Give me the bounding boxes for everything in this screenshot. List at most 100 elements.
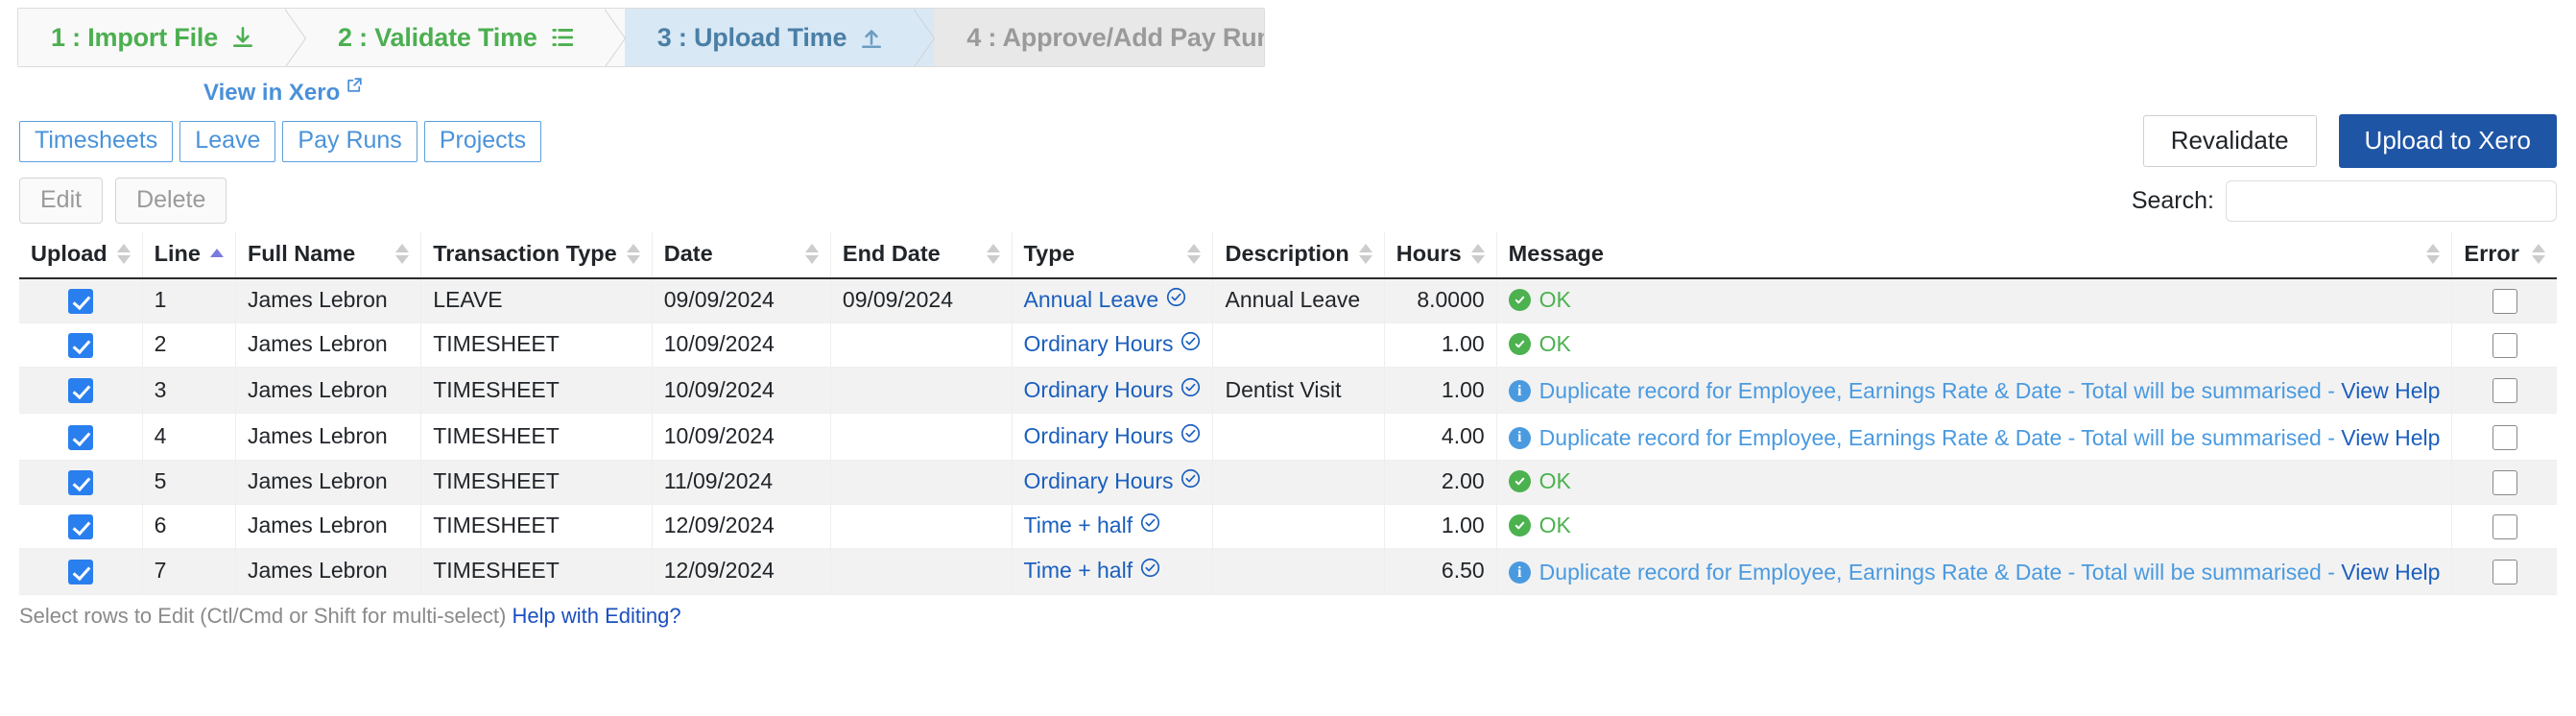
column-header-error[interactable]: Error: [2451, 232, 2557, 279]
cell-upload[interactable]: [19, 278, 143, 323]
error-checkbox[interactable]: [2492, 424, 2517, 450]
wizard-step-validate-time[interactable]: 2 : Validate Time: [305, 9, 626, 66]
type-verified-icon: [1181, 331, 1201, 357]
column-header-line[interactable]: Line: [142, 232, 236, 279]
cell-error[interactable]: [2451, 278, 2557, 323]
sort-icon[interactable]: [2426, 244, 2441, 264]
tab-timesheets[interactable]: Timesheets: [19, 120, 174, 162]
cell-upload[interactable]: [19, 504, 143, 549]
search-input[interactable]: [2226, 179, 2557, 222]
view-in-xero-link[interactable]: View in Xero: [203, 78, 364, 107]
table-row[interactable]: 6 James Lebron TIMESHEET 12/09/2024 Time + h…: [19, 504, 2557, 549]
cell-upload[interactable]: [19, 322, 143, 368]
cell-type[interactable]: Time + half: [1012, 504, 1214, 549]
view-help-link[interactable]: View Help: [2341, 378, 2440, 403]
tab-projects[interactable]: Projects: [423, 120, 542, 162]
upload-checkbox[interactable]: [67, 332, 93, 358]
view-help-link[interactable]: View Help: [2341, 560, 2440, 585]
wizard-step-import-file[interactable]: 1 : Import File: [18, 9, 307, 66]
type-link[interactable]: Ordinary Hours: [1024, 468, 1202, 494]
column-header-type[interactable]: Type: [1012, 232, 1214, 279]
error-checkbox[interactable]: [2492, 559, 2517, 585]
delete-button[interactable]: Delete: [115, 177, 227, 225]
sort-icon[interactable]: [2532, 244, 2545, 264]
row-message-text: OK: [1538, 468, 1571, 494]
edit-button[interactable]: Edit: [19, 177, 104, 225]
cell-upload[interactable]: [19, 460, 143, 505]
cell-error[interactable]: [2451, 460, 2557, 505]
cell-error[interactable]: [2451, 413, 2557, 461]
column-header-description[interactable]: Description: [1212, 232, 1385, 279]
sort-icon[interactable]: [116, 244, 131, 264]
table-row[interactable]: 7 James Lebron TIMESHEET 12/09/2024 Time + h…: [19, 548, 2557, 596]
sort-icon-ascending[interactable]: [209, 248, 224, 260]
cell-type[interactable]: Ordinary Hours: [1012, 367, 1214, 415]
cell-date: 09/09/2024: [652, 278, 831, 323]
type-link[interactable]: Ordinary Hours: [1024, 331, 1202, 357]
tab-pay-runs[interactable]: Pay Runs: [282, 120, 417, 162]
sort-icon[interactable]: [1358, 244, 1372, 264]
cell-hours: 2.00: [1384, 460, 1497, 505]
upload-checkbox[interactable]: [67, 469, 93, 495]
status-info-icon: i: [1508, 561, 1531, 585]
upload-checkbox[interactable]: [67, 559, 93, 585]
cell-type[interactable]: Ordinary Hours: [1012, 413, 1214, 461]
column-header-transaction-type[interactable]: Transaction Type: [420, 232, 653, 279]
type-link[interactable]: Annual Leave: [1024, 287, 1187, 313]
cell-upload[interactable]: [19, 367, 143, 415]
cell-type[interactable]: Annual Leave: [1012, 278, 1214, 323]
type-link[interactable]: Ordinary Hours: [1024, 423, 1202, 449]
upload-checkbox[interactable]: [67, 288, 93, 314]
column-header-end-date[interactable]: End Date: [830, 232, 1013, 279]
table-row[interactable]: 2 James Lebron TIMESHEET 10/09/2024 Ordinary…: [19, 322, 2557, 368]
cell-error[interactable]: [2451, 504, 2557, 549]
sort-icon[interactable]: [626, 244, 640, 264]
table-row[interactable]: 1 James Lebron LEAVE 09/09/2024 09/09/2024 An…: [19, 278, 2557, 323]
cell-type[interactable]: Ordinary Hours: [1012, 322, 1214, 368]
revalidate-button[interactable]: Revalidate: [2142, 115, 2317, 167]
error-checkbox[interactable]: [2492, 378, 2517, 404]
upload-checkbox[interactable]: [67, 513, 93, 539]
error-checkbox[interactable]: [2492, 332, 2517, 358]
column-header-hours[interactable]: Hours: [1384, 232, 1497, 279]
cell-error[interactable]: [2451, 322, 2557, 368]
cell-error[interactable]: [2451, 548, 2557, 596]
cell-type[interactable]: Ordinary Hours: [1012, 460, 1214, 505]
table-row[interactable]: 4 James Lebron TIMESHEET 10/09/2024 Ordinary…: [19, 413, 2557, 461]
sort-icon[interactable]: [804, 244, 819, 264]
cell-line: 1: [142, 278, 236, 323]
cell-type[interactable]: Time + half: [1012, 548, 1214, 596]
column-header-upload[interactable]: Upload: [19, 232, 143, 279]
wizard-step-upload-time[interactable]: 3 : Upload Time: [624, 9, 935, 66]
type-link[interactable]: Ordinary Hours: [1024, 377, 1202, 403]
wizard-step-approve-add-pay-runs[interactable]: 4 : Approve/Add Pay Runs: [934, 9, 1264, 66]
cell-upload[interactable]: [19, 413, 143, 461]
error-checkbox[interactable]: [2492, 288, 2517, 314]
upload-checkbox[interactable]: [67, 378, 93, 404]
upload-checkbox[interactable]: [67, 424, 93, 450]
type-link[interactable]: Time + half: [1024, 513, 1161, 538]
cell-error[interactable]: [2451, 367, 2557, 415]
column-header-message[interactable]: Message: [1496, 232, 2453, 279]
table-row[interactable]: 3 James Lebron TIMESHEET 10/09/2024 Ordinary…: [19, 367, 2557, 415]
sort-icon[interactable]: [986, 244, 1000, 264]
help-with-editing-link[interactable]: Help with Editing?: [512, 604, 680, 628]
type-link[interactable]: Time + half: [1024, 558, 1161, 584]
cell-upload[interactable]: [19, 548, 143, 596]
error-checkbox[interactable]: [2492, 513, 2517, 539]
cell-end-date: 09/09/2024: [830, 278, 1013, 323]
cell-description: Annual Leave: [1212, 278, 1385, 323]
tab-leave[interactable]: Leave: [179, 120, 276, 162]
cell-line: 4: [142, 413, 236, 461]
type-verified-icon: [1166, 287, 1186, 313]
upload-to-xero-button[interactable]: Upload to Xero: [2338, 114, 2557, 168]
table-row[interactable]: 5 James Lebron TIMESHEET 11/09/2024 Ordinary…: [19, 460, 2557, 505]
view-help-link[interactable]: View Help: [2341, 425, 2440, 450]
sort-icon[interactable]: [1187, 244, 1202, 264]
column-header-full-name[interactable]: Full Name: [235, 232, 422, 279]
sort-icon[interactable]: [1470, 244, 1485, 264]
column-header-date[interactable]: Date: [652, 232, 831, 279]
table-header: Upload Line Full Name Transaction Type D…: [19, 232, 2557, 279]
error-checkbox[interactable]: [2492, 469, 2517, 495]
sort-icon[interactable]: [395, 244, 410, 264]
